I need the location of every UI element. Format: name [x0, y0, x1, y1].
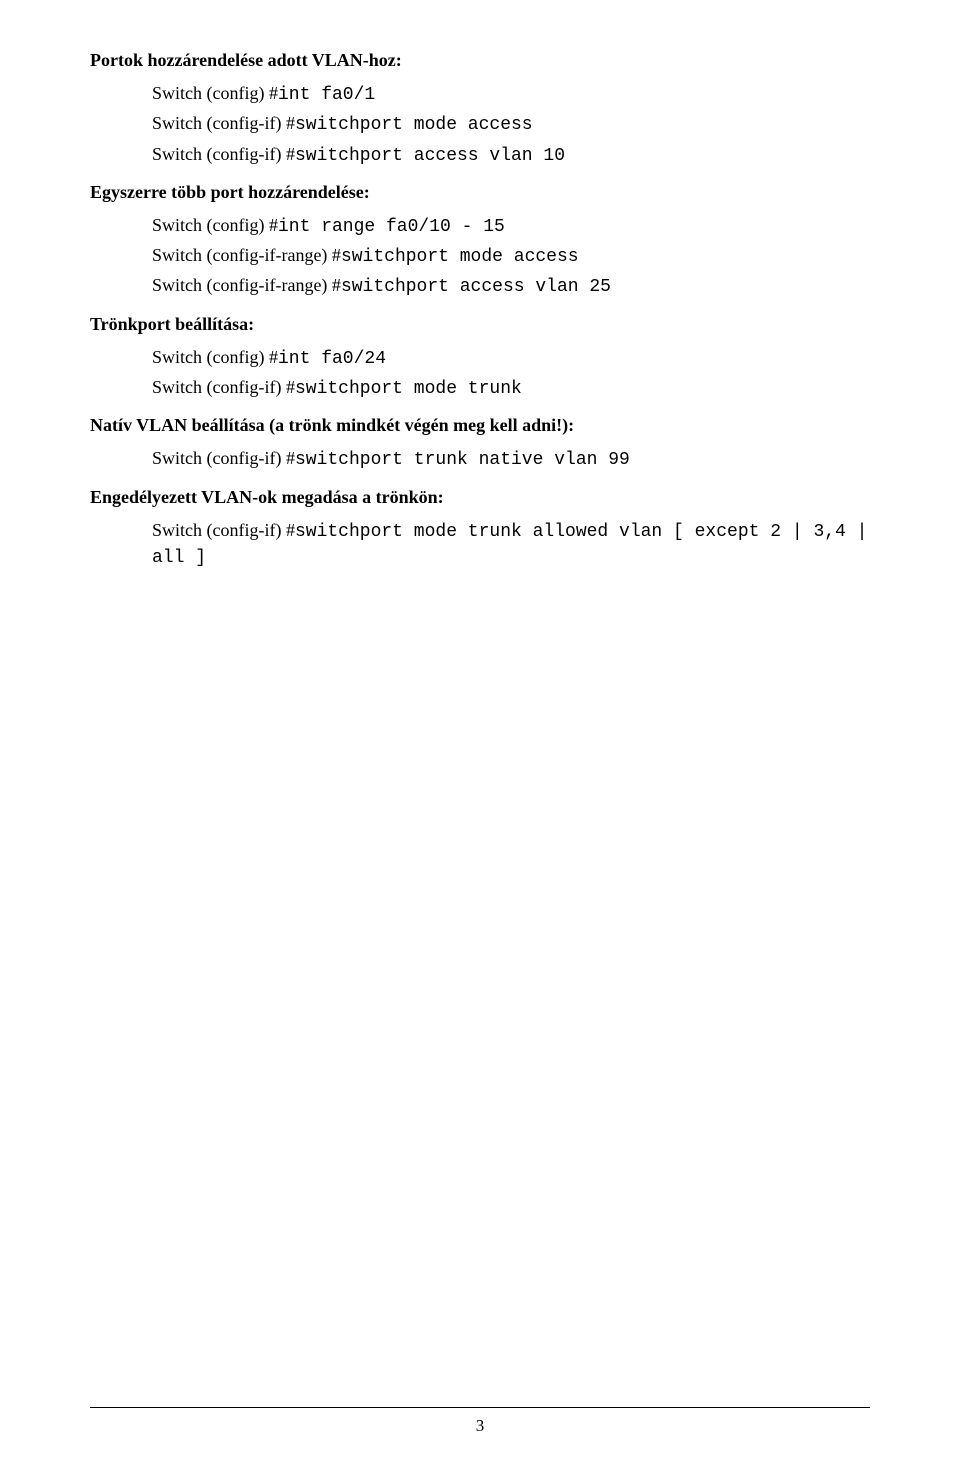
line-command: switchport mode access	[341, 247, 579, 267]
line-prefix: Switch (config-if) #	[152, 144, 295, 164]
section-heading: Trönkport beállítása:	[90, 314, 870, 335]
line-command: switchport access vlan 10	[295, 146, 565, 166]
section-heading: Natív VLAN beállítása (a trönk mindkét v…	[90, 415, 870, 436]
command-line: Switch (config) #int fa0/1	[152, 81, 870, 107]
line-prefix: Switch (config-if) #	[152, 377, 295, 397]
command-line: Switch (config-if) #switchport mode trun…	[152, 518, 870, 571]
line-prefix: Switch (config-if) #	[152, 520, 295, 540]
line-command: switchport mode access	[295, 115, 533, 135]
line-prefix: Switch (config) #	[152, 215, 278, 235]
footer-divider	[90, 1407, 870, 1408]
command-line: Switch (config-if) #switchport access vl…	[152, 142, 870, 168]
line-command: int range fa0/10 - 15	[278, 217, 505, 237]
line-command: switchport trunk native vlan 99	[295, 450, 630, 470]
line-prefix: Switch (config) #	[152, 83, 278, 103]
line-command: switchport access vlan 25	[341, 277, 611, 297]
section-heading: Egyszerre több port hozzárendelése:	[90, 182, 870, 203]
section-heading: Portok hozzárendelése adott VLAN-hoz:	[90, 50, 870, 71]
command-line: Switch (config-if-range) #switchport mod…	[152, 243, 870, 269]
command-line: Switch (config-if-range) #switchport acc…	[152, 273, 870, 299]
line-prefix: Switch (config-if-range) #	[152, 245, 341, 265]
line-command: int fa0/24	[278, 349, 386, 369]
line-prefix: Switch (config-if) #	[152, 113, 295, 133]
command-line: Switch (config) #int fa0/24	[152, 345, 870, 371]
command-line: Switch (config-if) #switchport trunk nat…	[152, 446, 870, 472]
line-prefix: Switch (config-if) #	[152, 448, 295, 468]
line-command: int fa0/1	[278, 85, 375, 105]
command-line: Switch (config) #int range fa0/10 - 15	[152, 213, 870, 239]
page-number: 3	[0, 1416, 960, 1436]
line-command: switchport mode trunk	[295, 379, 522, 399]
command-line: Switch (config-if) #switchport mode trun…	[152, 375, 870, 401]
command-line: Switch (config-if) #switchport mode acce…	[152, 111, 870, 137]
line-prefix: Switch (config) #	[152, 347, 278, 367]
section-heading: Engedélyezett VLAN-ok megadása a trönkön…	[90, 487, 870, 508]
line-prefix: Switch (config-if-range) #	[152, 275, 341, 295]
